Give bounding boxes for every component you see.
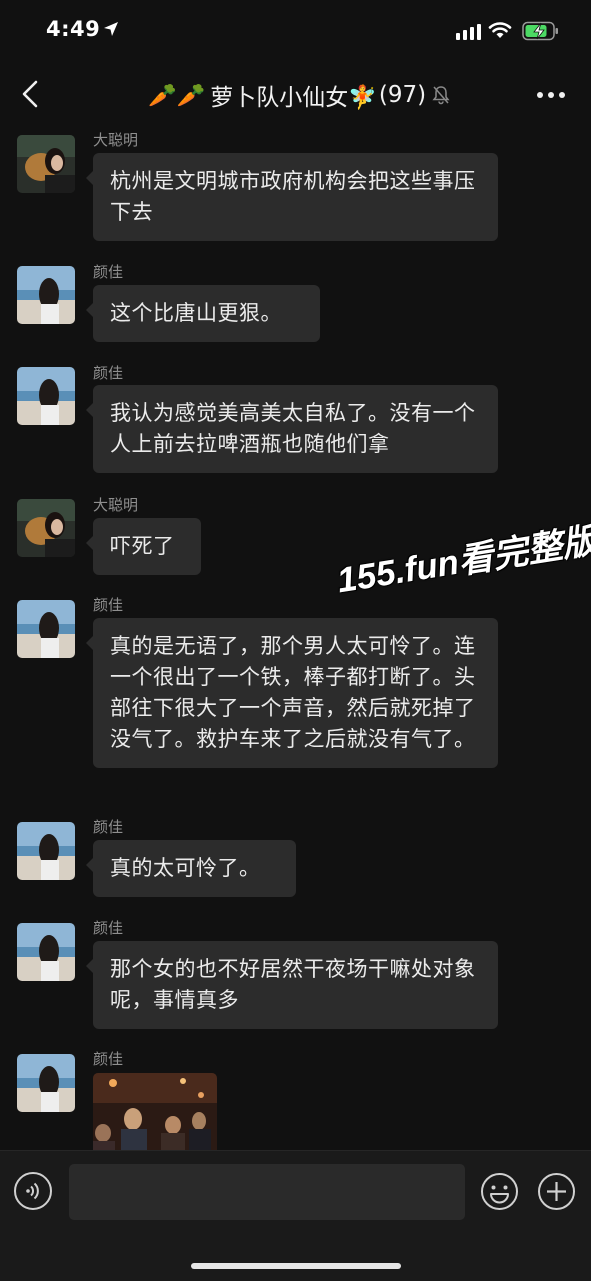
more-dots-icon	[537, 92, 565, 98]
message-bubble[interactable]: 这个比唐山更狠。	[86, 285, 320, 342]
emoji-icon	[481, 1173, 518, 1210]
avatar-image	[17, 600, 75, 658]
back-button[interactable]	[16, 76, 46, 112]
avatar-image	[17, 499, 75, 557]
sender-name: 大聪明	[93, 496, 139, 514]
sender-name: 颜佳	[93, 263, 124, 281]
avatar-dog-girl[interactable]	[17, 135, 75, 193]
avatar-beach-girl[interactable]	[17, 923, 75, 981]
avatar-beach-girl[interactable]	[17, 600, 75, 658]
avatar-beach-girl[interactable]	[17, 367, 75, 425]
avatar-image	[17, 266, 75, 324]
group-name: 萝卜队小仙女🧚	[210, 85, 377, 111]
home-indicator	[191, 1263, 401, 1269]
cellular-signal-icon	[456, 24, 481, 40]
avatar-beach-girl[interactable]	[17, 266, 75, 324]
avatar-image	[17, 1054, 75, 1112]
mute-bell-icon	[432, 86, 450, 105]
avatar-beach-girl[interactable]	[17, 1054, 75, 1112]
location-arrow-icon	[104, 22, 118, 36]
photo-thumbnail	[93, 1073, 217, 1150]
message-bubble[interactable]: 那个女的也不好居然干夜场干嘛处对象呢，事情真多	[86, 941, 498, 1029]
avatar-image	[17, 135, 75, 193]
sender-name: 颜佳	[93, 596, 124, 614]
avatar-image	[17, 367, 75, 425]
back-chevron-icon	[22, 80, 38, 108]
chat-title: 🥕🥕 萝卜队小仙女🧚 (97)	[148, 78, 450, 112]
sender-name: 大聪明	[93, 131, 139, 149]
voice-icon	[26, 1182, 39, 1200]
message-input[interactable]	[69, 1164, 465, 1220]
message-bubble[interactable]: 真的是无语了，那个男人太可怜了。连一个很出了一个铁，棒子都打断了。头部往下很大了…	[86, 618, 498, 768]
avatar-image	[17, 923, 75, 981]
message-bubble[interactable]: 吓死了	[86, 518, 201, 575]
emoji-button[interactable]	[480, 1172, 519, 1211]
voice-button[interactable]	[14, 1172, 52, 1210]
add-button[interactable]	[537, 1172, 576, 1211]
sender-name: 颜佳	[93, 1050, 124, 1068]
message-bubble[interactable]: 我认为感觉美高美太自私了。没有一个人上前去拉啤酒瓶也随他们拿	[86, 385, 498, 473]
sender-name: 颜佳	[93, 364, 124, 382]
wifi-icon	[488, 22, 512, 38]
sender-name: 颜佳	[93, 818, 124, 836]
sender-name: 颜佳	[93, 919, 124, 937]
more-options-button[interactable]	[536, 86, 566, 104]
title-emoji: 🥕🥕	[148, 82, 206, 109]
avatar-image	[17, 822, 75, 880]
message-bubble[interactable]: 杭州是文明城市政府机构会把这些事压下去	[86, 153, 498, 241]
battery-charging-icon	[522, 21, 558, 41]
add-icon	[538, 1173, 575, 1210]
nav-bar: 🥕🥕 萝卜队小仙女🧚 (97)	[0, 62, 591, 128]
avatar-beach-girl[interactable]	[17, 822, 75, 880]
chat-message-list[interactable]: 大聪明 杭州是文明城市政府机构会把这些事压下去 颜佳 这个比唐山更狠。 颜佳 我…	[0, 128, 591, 1150]
status-bar: 4:49	[0, 0, 591, 62]
member-count: (97)	[378, 82, 427, 108]
input-bar	[0, 1150, 591, 1281]
image-message[interactable]	[93, 1073, 217, 1150]
message-bubble[interactable]: 真的太可怜了。	[86, 840, 296, 897]
status-time: 4:49	[46, 17, 101, 41]
avatar-dog-girl[interactable]	[17, 499, 75, 557]
